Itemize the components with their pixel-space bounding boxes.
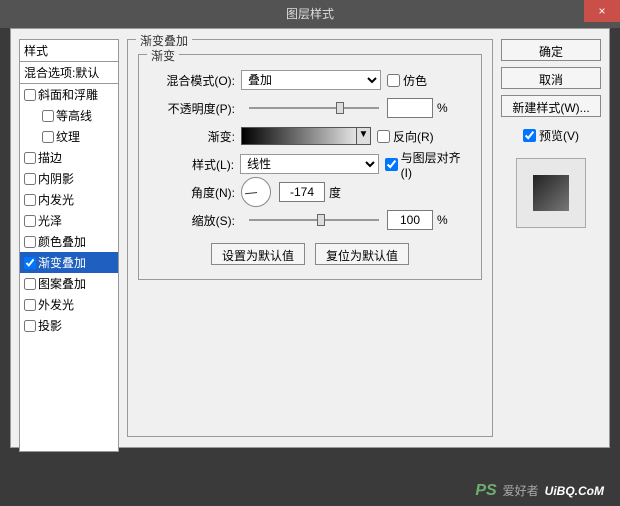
style-item-label: 投影	[38, 317, 62, 334]
make-default-button[interactable]: 设置为默认值	[211, 243, 305, 265]
opacity-row: 不透明度(P): %	[149, 97, 471, 119]
style-item-1[interactable]: 等高线	[20, 105, 118, 126]
opacity-slider[interactable]	[249, 103, 379, 113]
angle-unit: 度	[329, 184, 341, 201]
style-item-label: 等高线	[56, 107, 92, 124]
style-item-0[interactable]: 斜面和浮雕	[20, 84, 118, 105]
right-panel: 确定 取消 新建样式(W)... 预览(V)	[501, 39, 601, 437]
scale-label: 缩放(S):	[149, 212, 235, 229]
gradient-overlay-panel: 渐变叠加 渐变 混合模式(O): 叠加 仿色 不透明度(P): % 渐变:	[127, 39, 493, 437]
style-item-8[interactable]: 渐变叠加	[20, 252, 118, 273]
reverse-checkbox[interactable]	[377, 130, 390, 143]
style-item-label: 图案叠加	[38, 275, 86, 292]
styles-header[interactable]: 样式	[19, 39, 119, 62]
chevron-down-icon[interactable]: ▼	[356, 128, 370, 144]
scale-input[interactable]	[387, 210, 433, 230]
dither-checkbox[interactable]	[387, 74, 400, 87]
preview-label: 预览(V)	[539, 127, 579, 144]
reset-default-button[interactable]: 复位为默认值	[315, 243, 409, 265]
gradient-label: 渐变:	[149, 128, 235, 145]
style-item-label: 斜面和浮雕	[38, 86, 98, 103]
scale-slider[interactable]	[249, 215, 379, 225]
dialog-title: 图层样式	[286, 5, 334, 22]
opacity-label: 不透明度(P):	[149, 100, 235, 117]
style-checkbox[interactable]	[24, 215, 36, 227]
style-checkbox[interactable]	[42, 131, 54, 143]
style-checkbox[interactable]	[24, 194, 36, 206]
dither-check[interactable]: 仿色	[387, 72, 427, 89]
default-buttons-row: 设置为默认值 复位为默认值	[149, 243, 471, 265]
style-checkbox[interactable]	[24, 320, 36, 332]
style-label: 样式(L):	[149, 156, 234, 173]
style-checkbox[interactable]	[42, 110, 54, 122]
watermark-domain: UiBQ.CoM	[545, 484, 604, 498]
style-item-label: 颜色叠加	[38, 233, 86, 250]
preview-checkbox[interactable]	[523, 129, 536, 142]
inner-group-title: 渐变	[147, 47, 179, 64]
style-item-label: 描边	[38, 149, 62, 166]
style-checkbox[interactable]	[24, 257, 36, 269]
style-item-label: 光泽	[38, 212, 62, 229]
watermark-ps: PS	[475, 482, 496, 500]
new-style-button[interactable]: 新建样式(W)...	[501, 95, 601, 117]
close-icon: ×	[598, 4, 605, 18]
percent-unit: %	[437, 213, 448, 227]
style-checkbox[interactable]	[24, 299, 36, 311]
style-item-label: 纹理	[56, 128, 80, 145]
dialog-body: 样式 混合选项:默认 斜面和浮雕等高线纹理描边内阴影内发光光泽颜色叠加渐变叠加图…	[10, 28, 610, 448]
style-item-label: 内阴影	[38, 170, 74, 187]
style-item-7[interactable]: 颜色叠加	[20, 231, 118, 252]
styles-panel: 样式 混合选项:默认 斜面和浮雕等高线纹理描边内阴影内发光光泽颜色叠加渐变叠加图…	[19, 39, 119, 437]
blend-mode-select[interactable]: 叠加	[241, 70, 381, 90]
style-checkbox[interactable]	[24, 152, 36, 164]
style-item-label: 渐变叠加	[38, 254, 86, 271]
reverse-check[interactable]: 反向(R)	[377, 128, 434, 145]
style-item-3[interactable]: 描边	[20, 147, 118, 168]
dither-label: 仿色	[403, 72, 427, 89]
style-select[interactable]: 线性	[240, 154, 379, 174]
style-item-label: 外发光	[38, 296, 74, 313]
watermark-cn: 爱好者	[503, 482, 539, 499]
style-checkbox[interactable]	[24, 173, 36, 185]
preview-box	[516, 158, 586, 228]
style-row: 样式(L): 线性 与图层对齐(I)	[149, 153, 471, 175]
style-checkbox[interactable]	[24, 236, 36, 248]
style-item-5[interactable]: 内发光	[20, 189, 118, 210]
title-bar: 图层样式 ×	[0, 0, 620, 28]
style-item-9[interactable]: 图案叠加	[20, 273, 118, 294]
blend-mode-row: 混合模式(O): 叠加 仿色	[149, 69, 471, 91]
style-checkbox[interactable]	[24, 278, 36, 290]
percent-unit: %	[437, 101, 448, 115]
align-check[interactable]: 与图层对齐(I)	[385, 149, 471, 180]
style-item-6[interactable]: 光泽	[20, 210, 118, 231]
gradient-row: 渐变: ▼ 反向(R)	[149, 125, 471, 147]
opacity-input[interactable]	[387, 98, 433, 118]
style-item-11[interactable]: 投影	[20, 315, 118, 336]
angle-label: 角度(N):	[149, 184, 235, 201]
watermark: PS 爱好者 UiBQ.CoM	[475, 482, 604, 500]
close-button[interactable]: ×	[584, 0, 620, 22]
align-label: 与图层对齐(I)	[401, 149, 471, 180]
style-item-4[interactable]: 内阴影	[20, 168, 118, 189]
gradient-group: 渐变 混合模式(O): 叠加 仿色 不透明度(P): % 渐变: ▼	[138, 54, 482, 280]
style-item-label: 内发光	[38, 191, 74, 208]
style-item-2[interactable]: 纹理	[20, 126, 118, 147]
angle-row: 角度(N): 度	[149, 181, 471, 203]
blend-options-row[interactable]: 混合选项:默认	[19, 62, 119, 84]
preview-check[interactable]: 预览(V)	[501, 127, 601, 144]
style-item-10[interactable]: 外发光	[20, 294, 118, 315]
preview-swatch	[533, 175, 569, 211]
reverse-label: 反向(R)	[393, 128, 434, 145]
style-list: 斜面和浮雕等高线纹理描边内阴影内发光光泽颜色叠加渐变叠加图案叠加外发光投影	[19, 84, 119, 452]
blend-mode-label: 混合模式(O):	[149, 72, 235, 89]
align-checkbox[interactable]	[385, 158, 398, 171]
gradient-swatch[interactable]: ▼	[241, 127, 371, 145]
cancel-button[interactable]: 取消	[501, 67, 601, 89]
style-checkbox[interactable]	[24, 89, 36, 101]
angle-dial[interactable]	[241, 177, 271, 207]
scale-row: 缩放(S): %	[149, 209, 471, 231]
angle-input[interactable]	[279, 182, 325, 202]
ok-button[interactable]: 确定	[501, 39, 601, 61]
